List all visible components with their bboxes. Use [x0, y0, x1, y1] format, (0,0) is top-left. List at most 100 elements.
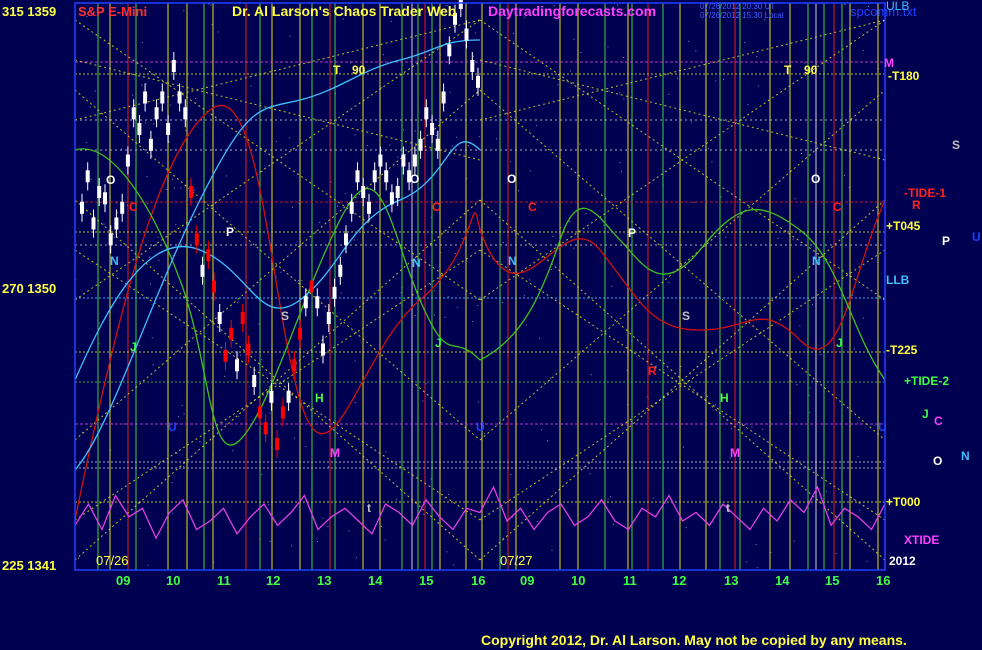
x-tick-label: 10: [166, 573, 180, 588]
star: [550, 377, 551, 379]
star: [166, 189, 168, 190]
price-bar: [338, 264, 343, 277]
star: [294, 437, 295, 439]
star: [747, 104, 749, 106]
x-tick-label: 12: [266, 573, 280, 588]
star: [777, 237, 779, 239]
star: [366, 145, 368, 147]
right-label: -T225: [886, 343, 918, 357]
x-tick-label: 14: [775, 573, 790, 588]
star: [619, 162, 621, 164]
star: [288, 137, 290, 139]
star: [195, 97, 197, 99]
star: [289, 35, 291, 37]
price-bar: [183, 107, 188, 120]
star: [809, 411, 811, 413]
right-label: -T180: [888, 69, 920, 83]
star: [668, 93, 670, 95]
planet-label: U: [878, 420, 887, 434]
star: [145, 83, 147, 85]
price-bar: [344, 233, 348, 246]
x-tick-label: 12: [672, 573, 686, 588]
x-tick-label: 10: [571, 573, 585, 588]
star: [98, 343, 100, 345]
star: [844, 4, 846, 5]
planet-label: t: [726, 501, 730, 515]
price-bar: [292, 359, 297, 372]
y-axis-mid-label: 270 1350: [2, 281, 56, 296]
star: [472, 321, 474, 322]
instrument-title: S&P E-Mini: [78, 4, 147, 19]
star: [268, 504, 270, 506]
star: [183, 413, 185, 415]
star: [799, 325, 801, 327]
x-tick-label: 09: [520, 573, 534, 588]
price-bar: [108, 233, 113, 246]
star: [608, 90, 610, 92]
price-bar: [447, 44, 452, 57]
star: [178, 416, 180, 418]
price-bar: [206, 249, 211, 261]
star: [809, 387, 811, 389]
planet-label: 90: [804, 63, 818, 77]
star: [353, 239, 355, 241]
star: [569, 220, 571, 222]
planet-label: N: [508, 254, 517, 268]
star: [607, 498, 609, 500]
star: [621, 170, 622, 172]
right-label: J: [922, 407, 929, 421]
price-bar: [91, 217, 96, 230]
star: [525, 324, 527, 326]
right-label: XTIDE: [904, 533, 939, 547]
price-bar: [412, 154, 417, 167]
price-bar: [401, 154, 406, 167]
star: [319, 222, 321, 223]
planet-label: t: [367, 501, 371, 515]
star: [528, 279, 530, 281]
star: [495, 138, 497, 140]
star: [536, 521, 538, 522]
right-label: +T000: [886, 495, 921, 509]
star: [124, 423, 126, 425]
price-bar: [332, 286, 337, 299]
star: [298, 280, 300, 281]
planet-label: S: [682, 309, 690, 323]
price-bar: [240, 312, 245, 324]
star: [623, 98, 625, 100]
star: [796, 384, 798, 385]
star: [722, 79, 724, 81]
price-bar: [470, 60, 475, 72]
right-label: +TIDE-2: [904, 374, 949, 388]
star: [436, 134, 437, 136]
star: [280, 271, 282, 273]
price-bar: [125, 154, 130, 167]
price-bar: [372, 170, 377, 183]
price-bar: [315, 296, 320, 309]
planet-label: H: [720, 391, 729, 405]
star: [447, 295, 449, 297]
star: [171, 482, 173, 484]
star: [301, 279, 303, 281]
star: [835, 552, 837, 554]
star: [292, 206, 293, 208]
star: [808, 394, 810, 396]
planet-label: C: [528, 200, 537, 214]
x-tick-label: 11: [623, 573, 637, 588]
star: [557, 84, 559, 86]
planet-label: U: [168, 420, 177, 434]
star: [147, 202, 149, 204]
star: [121, 148, 122, 150]
star: [81, 431, 83, 433]
planet-label: M: [730, 446, 740, 460]
star: [478, 136, 480, 138]
date-label-2: 07/27: [500, 553, 533, 568]
star: [589, 473, 591, 475]
planet-label: O: [811, 172, 820, 186]
price-bar: [85, 170, 90, 183]
star: [382, 54, 384, 56]
star: [142, 41, 144, 43]
star: [478, 401, 480, 403]
star: [381, 87, 383, 89]
star: [172, 512, 174, 514]
star: [403, 129, 404, 131]
